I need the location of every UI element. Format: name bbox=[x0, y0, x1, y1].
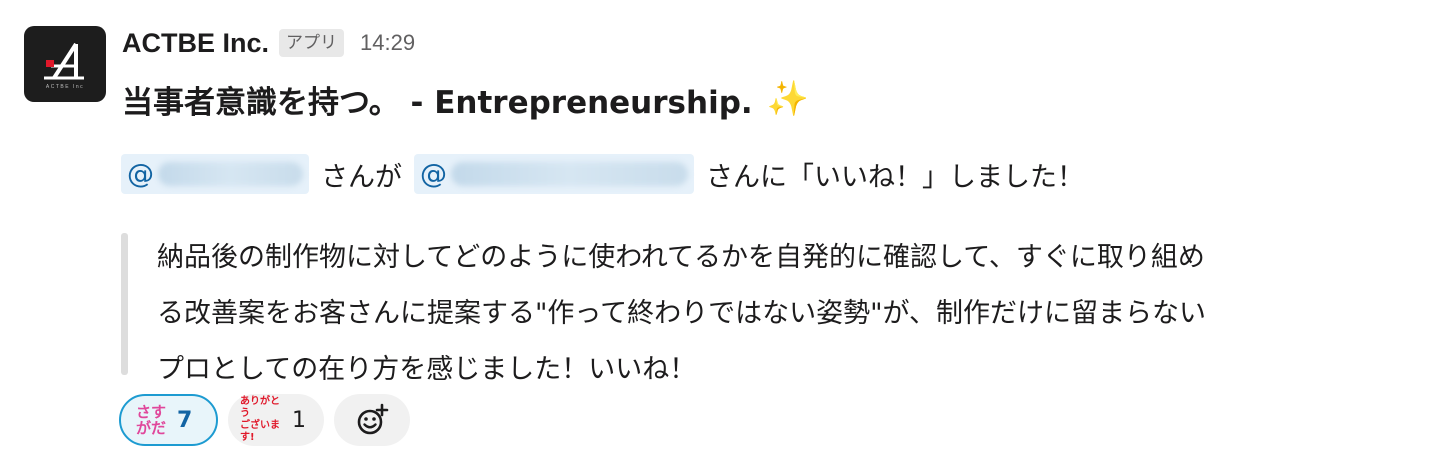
reaction-count: 1 bbox=[292, 407, 306, 433]
reactions-bar: さす がだ 7 ありがとう ございます! 1 bbox=[119, 394, 420, 446]
reaction-sasuga[interactable]: さす がだ 7 bbox=[119, 394, 218, 446]
sasuga-emoji-icon: さす がだ bbox=[133, 404, 169, 436]
quote-line: 納品後の制作物に対してどのように使われてるかを自発的に確認して、すぐに取り組め bbox=[157, 242, 1205, 273]
message-title: 当事者意識を持つ。 - Entrepreneurship. ✨ bbox=[122, 74, 809, 124]
emoji-text: さす bbox=[135, 403, 166, 421]
quote-line: る改善案をお客さんに提案する"作って終わりではない姿勢"が、制作だけに留まらない bbox=[157, 298, 1206, 329]
user-mention-to[interactable]: @ bbox=[414, 154, 694, 194]
add-reaction-icon bbox=[357, 403, 389, 435]
redacted-username bbox=[158, 162, 303, 186]
mention-at-sign: @ bbox=[420, 158, 447, 190]
emoji-text: ございます! bbox=[240, 420, 280, 443]
sender-avatar[interactable]: ACTBE Inc bbox=[24, 26, 106, 102]
message-title-text: 当事者意識を持つ。 - Entrepreneurship. bbox=[122, 84, 753, 121]
mention-connector: さんが bbox=[321, 161, 402, 193]
emoji-text: がだ bbox=[135, 419, 166, 437]
avatar-caption: ACTBE Inc bbox=[45, 84, 85, 90]
mention-line: @ さんが @ さんに「いいね！」しました！ bbox=[121, 152, 1084, 196]
redacted-username bbox=[451, 162, 688, 186]
sparkles-icon: ✨ bbox=[766, 79, 810, 119]
quote-bar bbox=[121, 233, 128, 375]
add-reaction-button[interactable] bbox=[334, 394, 410, 446]
quote-line: プロとしての在り方を感じました！いいね！ bbox=[157, 354, 697, 385]
arigatou-emoji-icon: ありがとう ございます! bbox=[240, 396, 284, 444]
mention-connector: さんに「いいね！」しました！ bbox=[706, 161, 1084, 193]
user-mention-from[interactable]: @ bbox=[121, 154, 309, 194]
actbe-logo-icon bbox=[44, 42, 84, 80]
reaction-count: 7 bbox=[177, 407, 193, 433]
reaction-arigatou[interactable]: ありがとう ございます! 1 bbox=[228, 394, 324, 446]
quoted-message: 納品後の制作物に対してどのように使われてるかを自発的に確認して、すぐに取り組め … bbox=[157, 230, 1427, 398]
mention-at-sign: @ bbox=[127, 158, 154, 190]
sender-name[interactable]: ACTBE Inc. bbox=[122, 28, 269, 59]
app-badge: アプリ bbox=[279, 29, 345, 57]
message-header: ACTBE Inc. アプリ 14:29 bbox=[122, 24, 415, 62]
emoji-text: ありがとう bbox=[240, 396, 280, 419]
message-timestamp[interactable]: 14:29 bbox=[360, 30, 415, 56]
